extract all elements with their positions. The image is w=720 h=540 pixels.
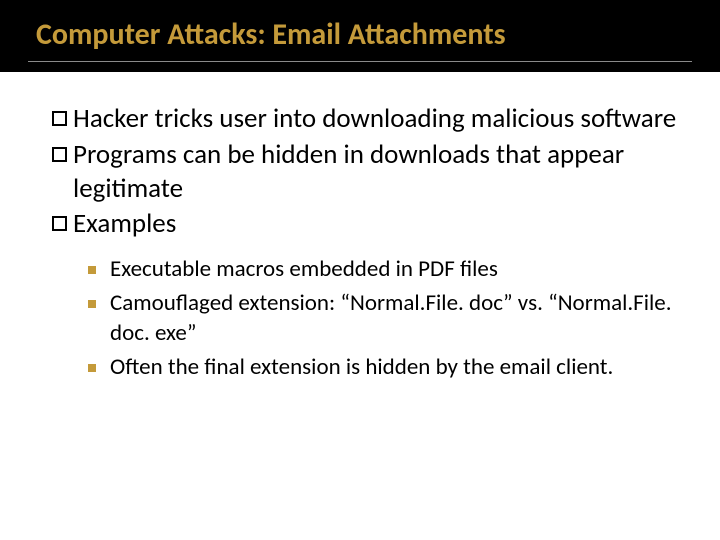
sub-bullet-text: Often the final extension is hidden by t… — [110, 353, 613, 383]
bullet-item: Programs can be hidden in downloads that… — [52, 138, 684, 206]
sub-bullet-text: Executable macros embedded in PDF files — [110, 255, 498, 285]
sub-bullet-item: Often the final extension is hidden by t… — [88, 353, 684, 383]
hollow-square-icon — [52, 111, 67, 126]
bullet-item: Examples — [52, 207, 684, 241]
slide-body: Hacker tricks user into downloading mali… — [0, 72, 720, 383]
hollow-square-icon — [52, 147, 67, 162]
slide-title: Computer Attacks: Email Attachments — [0, 16, 720, 53]
bullet-text: Hacker tricks user into downloading mali… — [73, 102, 676, 136]
sub-bullet-item: Executable macros embedded in PDF files — [88, 255, 684, 285]
filled-square-icon — [88, 364, 96, 372]
filled-square-icon — [88, 266, 96, 274]
sub-bullet-item: Camouflaged extension: “Normal.File. doc… — [88, 289, 684, 349]
bullet-text: Examples — [73, 207, 176, 241]
slide-header: Computer Attacks: Email Attachments — [0, 0, 720, 72]
title-underline — [28, 61, 692, 62]
sub-bullet-list: Executable macros embedded in PDF files … — [52, 255, 684, 383]
filled-square-icon — [88, 300, 96, 308]
bullet-item: Hacker tricks user into downloading mali… — [52, 102, 684, 136]
sub-bullet-text: Camouflaged extension: “Normal.File. doc… — [110, 289, 684, 349]
bullet-text: Programs can be hidden in downloads that… — [73, 138, 684, 206]
hollow-square-icon — [52, 216, 67, 231]
